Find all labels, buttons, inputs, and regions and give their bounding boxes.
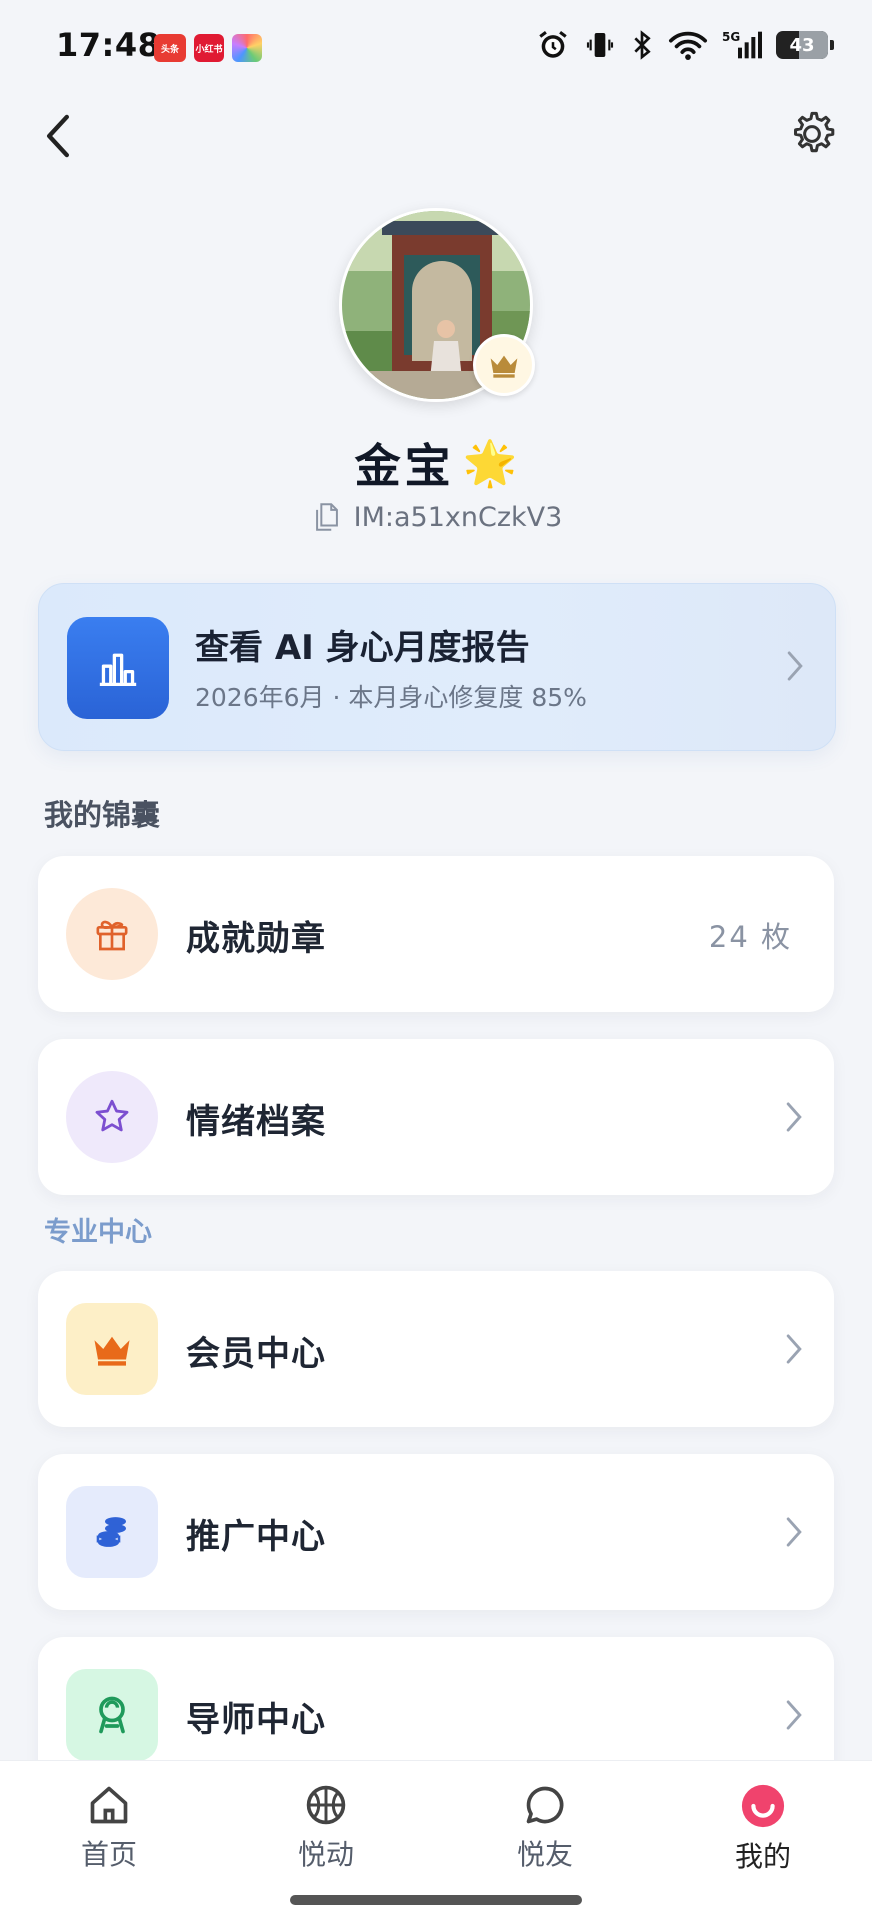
gear-icon [794, 111, 835, 153]
svg-text:5G: 5G [722, 30, 740, 44]
coins-icon [66, 1486, 158, 1578]
basketball-icon [306, 1785, 346, 1825]
status-bar: 17:48 头条 小红书 5G 43 [0, 0, 872, 96]
list-item-label: 情绪档案 [186, 1102, 326, 1142]
tab-yuedong[interactable]: 悦动 [266, 1783, 386, 1873]
status-time: 17:48 [56, 26, 161, 64]
tab-label: 悦动 [297, 1838, 354, 1871]
chevron-right-icon [782, 1329, 806, 1369]
section-title-pro: 专业中心 [44, 1217, 152, 1248]
badge-count: 24 枚 [708, 920, 792, 954]
gift-icon [66, 888, 158, 980]
tab-label: 悦友 [516, 1838, 573, 1871]
chevron-left-icon [47, 114, 69, 158]
tab-label: 首页 [80, 1838, 137, 1871]
chevron-right-icon [782, 1097, 806, 1137]
copy-icon [315, 503, 338, 531]
username: 金宝 [354, 439, 455, 493]
mentor-icon [66, 1669, 158, 1761]
tab-label: 我的 [734, 1840, 791, 1873]
vibrate-icon [586, 33, 614, 57]
list-item-achievement-badges[interactable]: 成就勋章 24 枚 [38, 856, 834, 1012]
report-title: 查看 AI 身心月度报告 [195, 628, 530, 668]
profile-avatar[interactable] [339, 208, 535, 402]
chevron-right-icon [783, 646, 807, 686]
toutiao-app-icon: 头条 [154, 34, 186, 62]
tab-home[interactable]: 首页 [49, 1783, 169, 1873]
crown-icon [490, 355, 518, 378]
smile-face-icon [741, 1784, 785, 1828]
list-item-label: 成就勋章 [186, 919, 326, 959]
report-icon-tile [67, 617, 169, 719]
vip-crown-badge [473, 334, 535, 396]
photos-app-icon [232, 34, 262, 62]
tab-yueyou[interactable]: 悦友 [485, 1783, 605, 1873]
list-item-emotion-archive[interactable]: 情绪档案 [38, 1039, 834, 1195]
username-row: 金宝 🌟 [0, 430, 872, 496]
list-item-label: 导师中心 [186, 1700, 326, 1740]
ai-monthly-report-card[interactable]: 查看 AI 身心月度报告 2026年6月 · 本月身心修复度 85% [38, 583, 836, 751]
battery-icon: 43 [776, 31, 834, 59]
system-status-icons: 5G 43 [536, 28, 834, 62]
im-id-row[interactable]: IM:a51xnCzkV3 [0, 500, 872, 534]
chevron-right-icon [782, 1695, 806, 1735]
crown-icon [66, 1303, 158, 1395]
battery-level: 43 [789, 34, 815, 56]
bluetooth-icon [634, 30, 651, 60]
notification-app-icons: 头条 小红书 [154, 34, 262, 62]
home-indicator[interactable] [290, 1895, 582, 1905]
wifi-icon [669, 31, 707, 60]
tab-mine[interactable]: 我的 [703, 1783, 823, 1875]
chat-bubble-icon [526, 1786, 564, 1824]
chevron-right-icon [782, 1512, 806, 1552]
list-item-label: 推广中心 [186, 1517, 326, 1557]
alarm-icon [539, 31, 567, 58]
settings-button[interactable] [782, 104, 842, 164]
report-subtitle: 2026年6月 · 本月身心修复度 85% [195, 683, 587, 712]
list-item-member-center[interactable]: 会员中心 [38, 1271, 834, 1427]
section-title-pouch: 我的锦囊 [44, 798, 161, 832]
back-button[interactable] [30, 108, 86, 164]
xiaohongshu-app-icon: 小红书 [194, 34, 224, 62]
star-icon [66, 1071, 158, 1163]
signal-5g-icon: 5G [722, 30, 762, 59]
im-id: IM:a51xnCzkV3 [353, 501, 563, 533]
bar-chart-icon [99, 653, 137, 686]
list-item-label: 会员中心 [186, 1334, 326, 1374]
home-icon [90, 1786, 128, 1824]
list-item-promotion-center[interactable]: 推广中心 [38, 1454, 834, 1610]
star-emoji-icon: 🌟 [462, 438, 518, 489]
